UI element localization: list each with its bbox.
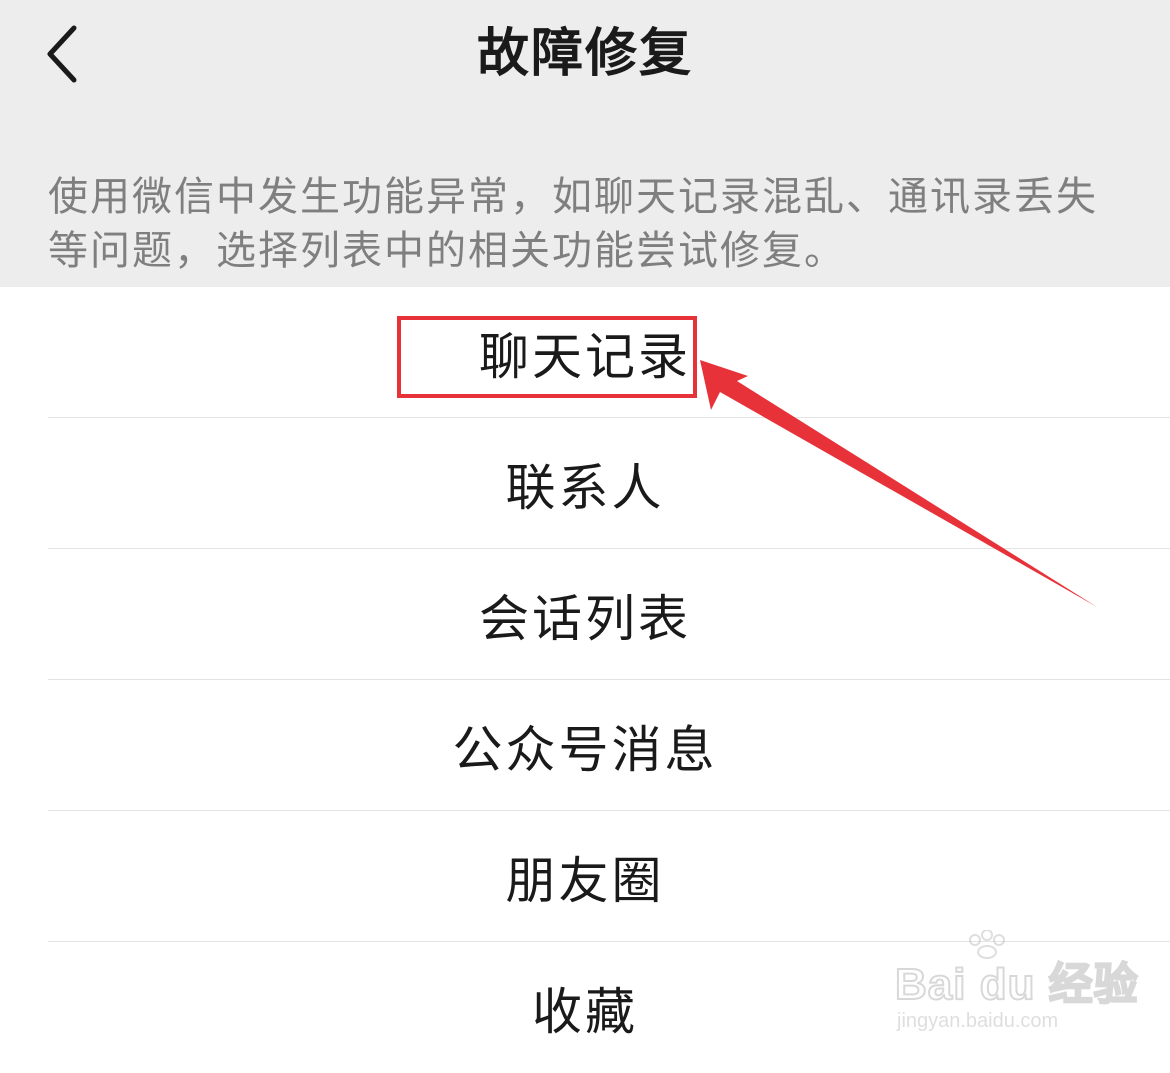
list-item-label: 收藏: [532, 982, 638, 1041]
list-item-chat-history[interactable]: 聊天记录: [0, 287, 1170, 418]
page-description: 使用微信中发生功能异常，如聊天记录混乱、通讯录丢失等问题，选择列表中的相关功能尝…: [48, 174, 1098, 274]
list-item-chats[interactable]: 会话列表: [0, 549, 1170, 680]
header: 故障修复 使用微信中发生功能异常，如聊天记录混乱、通讯录丢失等问题，选择列表中的…: [0, 0, 1170, 287]
list-item-label: 联系人: [505, 458, 665, 517]
list-item-label: 聊天记录: [479, 327, 691, 386]
list-item-label: 朋友圈: [505, 851, 665, 910]
list-item-label: 公众号消息: [452, 720, 718, 779]
list-item-favorites[interactable]: 收藏: [0, 942, 1170, 1073]
list-item-contacts[interactable]: 联系人: [0, 418, 1170, 549]
list-item-label: 会话列表: [479, 589, 691, 648]
list-item-moments[interactable]: 朋友圈: [0, 811, 1170, 942]
list-item-official-accounts[interactable]: 公众号消息: [0, 680, 1170, 811]
page-title: 故障修复: [476, 24, 693, 84]
repair-options-list: 聊天记录 联系人 会话列表 公众号消息 朋友圈 收藏: [0, 287, 1170, 1073]
